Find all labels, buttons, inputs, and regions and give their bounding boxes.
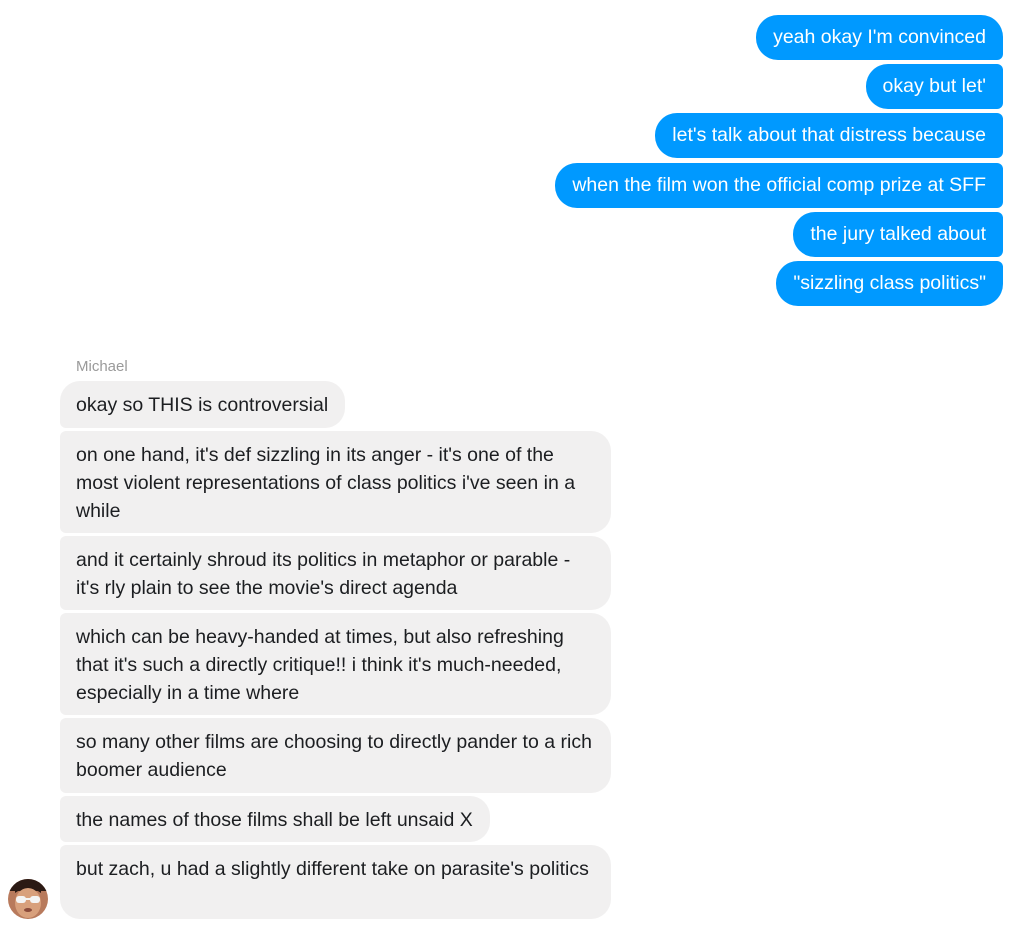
incoming-message[interactable]: on one hand, it's def sizzling in its an… [60, 431, 611, 533]
messenger-conversation: { "outgoing": [ "yeah okay I'm convinced… [0, 0, 1024, 943]
avatar[interactable] [8, 879, 48, 919]
incoming-message[interactable]: which can be heavy-handed at times, but … [60, 613, 611, 715]
incoming-message[interactable]: so many other films are choosing to dire… [60, 718, 611, 793]
outgoing-message[interactable]: when the film won the official comp priz… [555, 163, 1003, 208]
outgoing-message[interactable]: yeah okay I'm convinced [756, 15, 1003, 60]
incoming-message[interactable]: but zach, u had a slightly different tak… [60, 845, 611, 919]
sender-name: Michael [76, 358, 128, 375]
outgoing-message[interactable]: okay but let' [865, 64, 1003, 109]
avatar-image [8, 879, 48, 919]
incoming-message[interactable]: the names of those films shall be left u… [60, 796, 490, 842]
outgoing-message[interactable]: "sizzling class politics" [776, 261, 1003, 306]
outgoing-message[interactable]: let's talk about that distress because [655, 113, 1003, 158]
incoming-message[interactable]: okay so THIS is controversial [60, 381, 346, 428]
incoming-message[interactable]: and it certainly shroud its politics in … [60, 536, 611, 610]
outgoing-message[interactable]: the jury talked about [793, 212, 1003, 257]
